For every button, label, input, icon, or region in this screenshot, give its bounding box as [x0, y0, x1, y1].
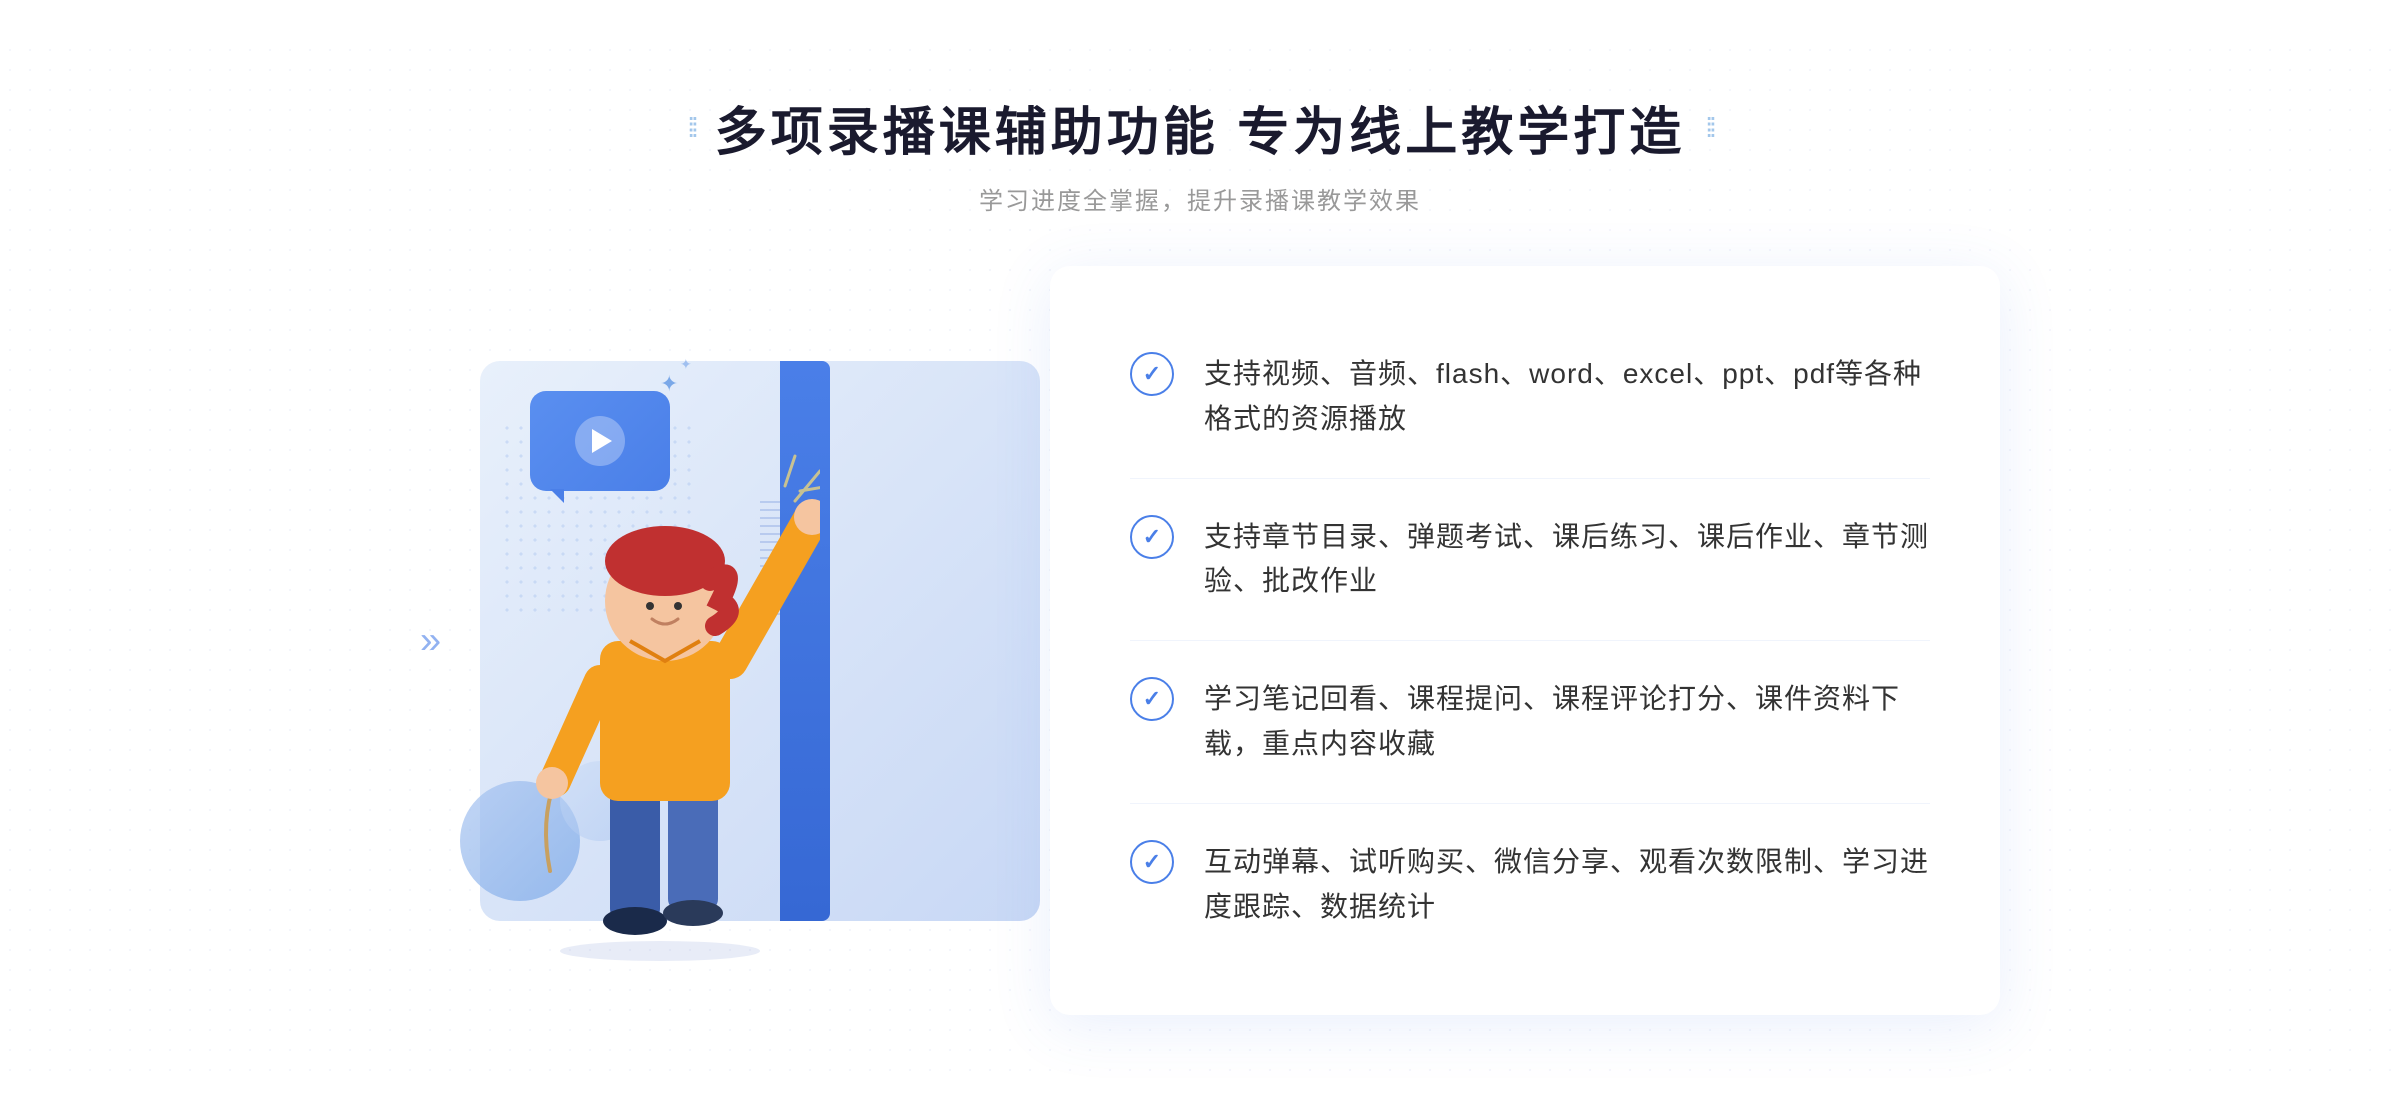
header: ⁞⁞ 多项录播课辅助功能 专为线上教学打造 ⁞⁞ 学习进度全掌握，提升录播课教学… [687, 90, 1713, 216]
check-mark-1: ✓ [1143, 363, 1161, 385]
title-row: ⁞⁞ 多项录播课辅助功能 专为线上教学打造 ⁞⁞ [687, 90, 1713, 165]
check-mark-2: ✓ [1143, 526, 1161, 548]
feature-text-2: 支持章节目录、弹题考试、课后练习、课后作业、章节测验、批改作业 [1204, 515, 1930, 605]
title-deco-left: ⁞⁞ [687, 112, 695, 144]
sparkle-icon: ✦ [660, 371, 678, 397]
page-subtitle: 学习进度全掌握，提升录播课教学效果 [687, 181, 1713, 216]
illustration-container: » ✦ ✦ [400, 301, 1080, 981]
page-title: 多项录播课辅助功能 专为线上教学打造 [715, 90, 1685, 165]
check-mark-4: ✓ [1143, 851, 1161, 873]
title-deco-right: ⁞⁞ [1705, 112, 1713, 144]
feature-item-3: ✓ 学习笔记回看、课程提问、课程评论打分、课件资料下载，重点内容收藏 [1130, 641, 1930, 804]
check-circle-3: ✓ [1130, 677, 1174, 721]
feature-item-2: ✓ 支持章节目录、弹题考试、课后练习、课后作业、章节测验、批改作业 [1130, 479, 1930, 642]
feature-text-1: 支持视频、音频、flash、word、excel、ppt、pdf等各种格式的资源… [1204, 352, 1930, 442]
page-container: ⁞⁞ 多项录播课辅助功能 专为线上教学打造 ⁞⁞ 学习进度全掌握，提升录播课教学… [0, 40, 2400, 1075]
feature-text-4: 互动弹幕、试听购买、微信分享、观看次数限制、学习进度跟踪、数据统计 [1204, 840, 1930, 930]
check-mark-3: ✓ [1143, 688, 1161, 710]
check-circle-2: ✓ [1130, 515, 1174, 559]
person-illustration [500, 441, 820, 961]
left-chevrons-icon: » [420, 619, 433, 662]
content-wrapper: » ✦ ✦ [400, 266, 2000, 1015]
check-circle-4: ✓ [1130, 840, 1174, 884]
feature-text-3: 学习笔记回看、课程提问、课程评论打分、课件资料下载，重点内容收藏 [1204, 677, 1930, 767]
features-panel: ✓ 支持视频、音频、flash、word、excel、ppt、pdf等各种格式的… [1050, 266, 2000, 1015]
check-circle-1: ✓ [1130, 352, 1174, 396]
feature-item-1: ✓ 支持视频、音频、flash、word、excel、ppt、pdf等各种格式的… [1130, 316, 1930, 479]
sparkle-small-icon: ✦ [680, 356, 692, 373]
feature-item-4: ✓ 互动弹幕、试听购买、微信分享、观看次数限制、学习进度跟踪、数据统计 [1130, 804, 1930, 966]
